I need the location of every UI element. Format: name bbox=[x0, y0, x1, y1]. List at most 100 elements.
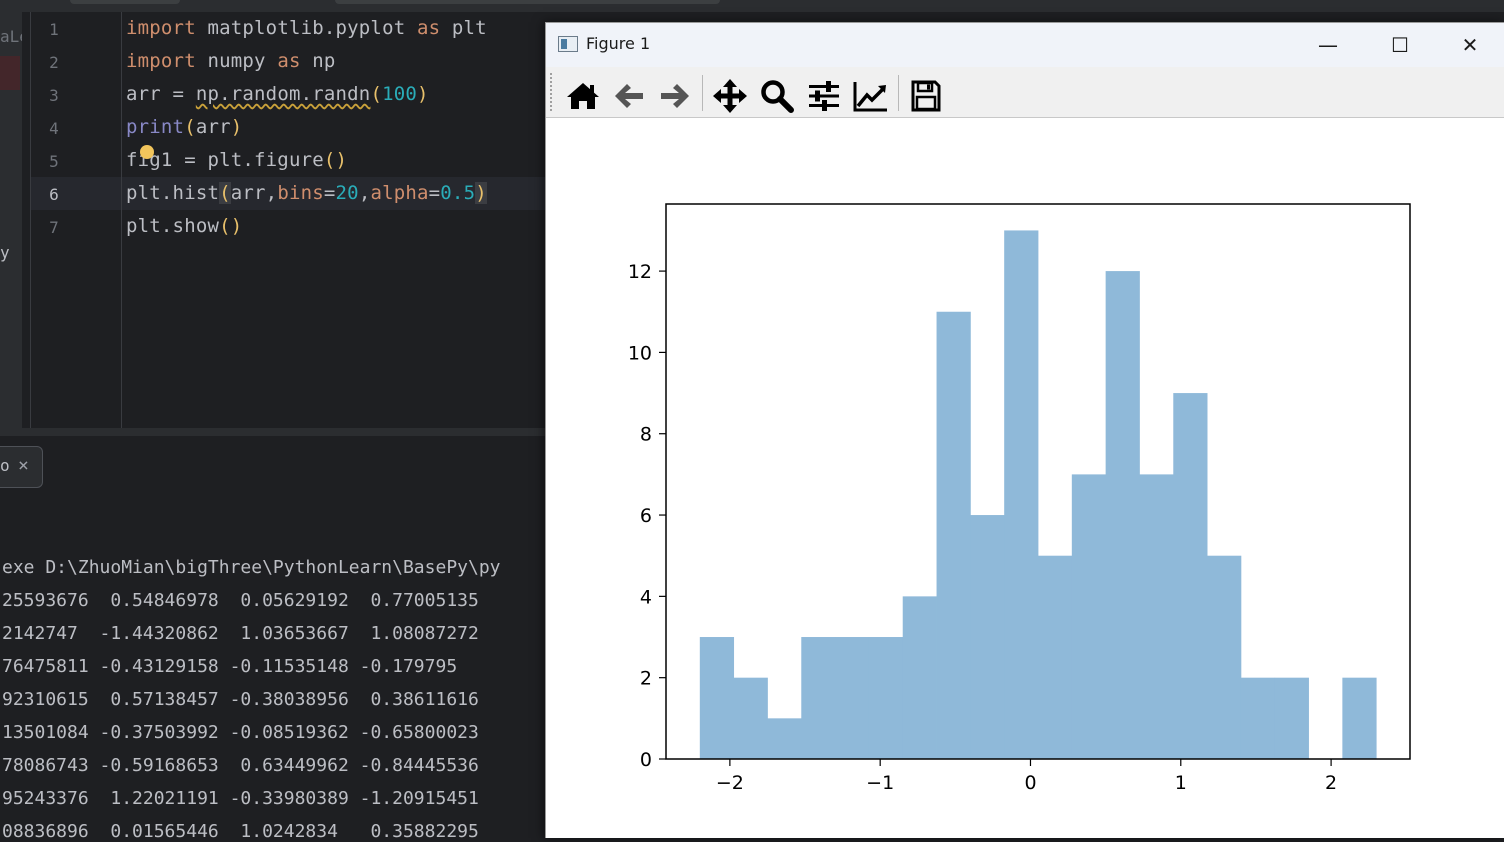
line-chart-icon bbox=[853, 82, 887, 112]
code-text: plt bbox=[440, 17, 487, 39]
histogram-bar bbox=[1342, 677, 1377, 759]
code-text: plt.show bbox=[126, 215, 220, 237]
code-line-2[interactable]: import numpy as np bbox=[126, 50, 336, 72]
keyword: import bbox=[126, 17, 196, 39]
x-tick-label: 2 bbox=[1325, 772, 1337, 794]
window-title: Figure 1 bbox=[586, 34, 651, 53]
code-text: plt.hist bbox=[126, 182, 220, 204]
home-icon bbox=[567, 83, 599, 109]
paren: ) bbox=[475, 182, 487, 204]
paren: () bbox=[219, 215, 243, 237]
project-tab-label[interactable]: aLe bbox=[0, 27, 22, 46]
code-text: numpy bbox=[195, 50, 278, 72]
home-button[interactable] bbox=[563, 76, 603, 116]
toolbar-grip[interactable] bbox=[550, 73, 554, 111]
x-tick-label: −2 bbox=[716, 772, 744, 794]
paren: () bbox=[323, 149, 348, 171]
keyword: as bbox=[416, 17, 441, 39]
histogram-bar bbox=[1240, 677, 1276, 759]
histogram-bar bbox=[733, 677, 768, 759]
code-line-1[interactable]: import matplotlib.pyplot as plt bbox=[126, 17, 487, 39]
code-editor[interactable] bbox=[30, 12, 551, 428]
histogram-bar bbox=[699, 637, 735, 759]
lightbulb-icon[interactable] bbox=[140, 145, 154, 159]
y-tick-label: 8 bbox=[640, 424, 652, 446]
x-tick-label: −1 bbox=[866, 772, 894, 794]
code-text: matplotlib.pyplot bbox=[195, 17, 417, 39]
project-selected-item[interactable] bbox=[0, 56, 20, 90]
run-toolbar bbox=[0, 436, 550, 499]
close-button[interactable]: ✕ bbox=[1440, 27, 1500, 63]
arrow-left-icon bbox=[615, 84, 643, 108]
histogram-bar bbox=[1038, 555, 1073, 759]
line-number: 3 bbox=[49, 86, 59, 105]
panel-splitter[interactable] bbox=[0, 428, 550, 436]
editor-tab[interactable] bbox=[70, 0, 180, 4]
app-window-icon bbox=[558, 36, 578, 52]
line-number: 2 bbox=[49, 53, 59, 72]
y-tick-label: 10 bbox=[628, 342, 652, 364]
code-text: arr = bbox=[126, 83, 196, 105]
edit-axes-button[interactable] bbox=[851, 76, 891, 116]
number-literal: 0.5 bbox=[440, 182, 476, 204]
zoom-button[interactable] bbox=[757, 76, 797, 116]
param-name: alpha bbox=[370, 182, 429, 204]
y-tick-label: 0 bbox=[640, 749, 652, 771]
histogram-bar bbox=[1105, 271, 1140, 759]
code-warning-text: np.random.randn bbox=[195, 83, 371, 105]
histogram-bar bbox=[1071, 474, 1107, 759]
code-line-5[interactable]: fig1 = plt.figure() bbox=[126, 149, 347, 171]
code-text: fig1 = plt.figure bbox=[126, 149, 324, 171]
code-text: , bbox=[358, 182, 371, 204]
line-number: 4 bbox=[49, 119, 59, 138]
histogram-bar bbox=[1004, 230, 1039, 759]
close-icon: ✕ bbox=[1461, 33, 1479, 57]
paren: ( bbox=[219, 182, 231, 204]
editor-tab[interactable] bbox=[335, 0, 720, 4]
y-tick-label: 4 bbox=[640, 586, 652, 608]
paren: ) bbox=[417, 83, 429, 105]
histogram-bar bbox=[902, 596, 937, 759]
x-tick-label: 0 bbox=[1024, 772, 1036, 794]
move-icon bbox=[713, 79, 747, 113]
number-literal: 20 bbox=[335, 182, 359, 204]
histogram-bar bbox=[970, 515, 1005, 759]
histogram-bar bbox=[1207, 555, 1242, 759]
code-line-3[interactable]: arr = np.random.randn(100) bbox=[126, 83, 429, 105]
back-button[interactable] bbox=[609, 76, 649, 116]
console-line: 08836896 0.01565446 1.0242834 0.35882295 bbox=[2, 821, 479, 842]
line-number-active: 6 bbox=[49, 185, 59, 204]
console-line: exe D:\ZhuoMian\bigThree\PythonLearn\Bas… bbox=[2, 557, 501, 578]
code-text: = bbox=[323, 182, 336, 204]
code-line-6[interactable]: plt.hist(arr,bins=20,alpha=0.5) bbox=[126, 182, 487, 204]
forward-button[interactable] bbox=[655, 76, 695, 116]
code-line-4[interactable]: print(arr) bbox=[126, 116, 242, 138]
configure-subplots-button[interactable] bbox=[804, 76, 844, 116]
histogram-bar bbox=[1139, 474, 1174, 759]
x-tick-label: 1 bbox=[1175, 772, 1187, 794]
gutter-divider bbox=[121, 12, 122, 428]
maximize-button[interactable]: ☐ bbox=[1370, 27, 1430, 63]
keyword: import bbox=[126, 50, 196, 72]
paren: ) bbox=[230, 116, 243, 138]
pan-button[interactable] bbox=[710, 76, 750, 116]
console-line: 2142747 -1.44320862 1.03653667 1.0808727… bbox=[2, 623, 479, 644]
console-line: 76475811 -0.43129158 -0.11535148 -0.1797… bbox=[2, 656, 458, 677]
code-text: = bbox=[428, 182, 441, 204]
close-icon[interactable]: × bbox=[18, 455, 29, 476]
histogram-bar bbox=[767, 718, 802, 759]
figure-titlebar[interactable]: Figure 1 — ☐ ✕ bbox=[546, 23, 1504, 67]
builtin-function: print bbox=[126, 116, 185, 138]
console-line: 25593676 0.54846978 0.05629192 0.7700513… bbox=[2, 590, 479, 611]
minimize-icon: — bbox=[1318, 33, 1338, 57]
paren: ( bbox=[184, 116, 196, 138]
console-line: 92310615 0.57138457 -0.38038956 0.386116… bbox=[2, 689, 479, 710]
editor-tab-strip bbox=[0, 0, 1504, 12]
line-number: 7 bbox=[49, 218, 59, 237]
floppy-disk-icon bbox=[911, 80, 941, 112]
minimize-button[interactable]: — bbox=[1298, 27, 1358, 63]
histogram-plot[interactable]: −2 −1 0 1 2 024681012 bbox=[546, 118, 1504, 838]
maximize-icon: ☐ bbox=[1391, 33, 1409, 57]
save-button[interactable] bbox=[906, 76, 946, 116]
code-line-7[interactable]: plt.show() bbox=[126, 215, 242, 237]
